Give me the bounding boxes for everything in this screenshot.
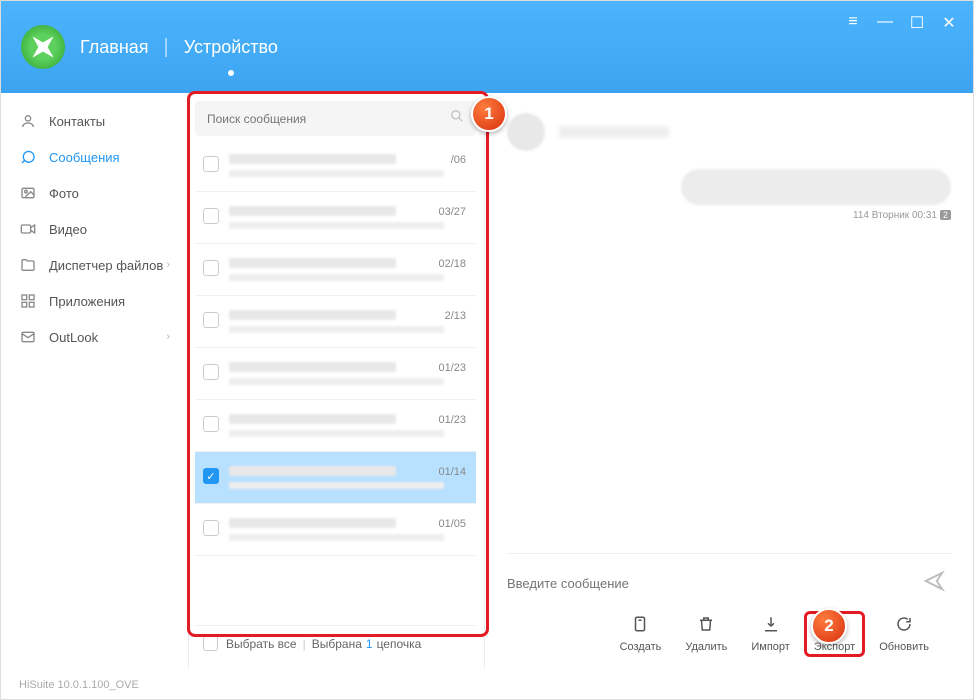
checkbox[interactable]: ✓: [203, 468, 219, 484]
status-bar: HiSuite 10.0.1.100_OVE: [19, 679, 139, 691]
message-date: 01/14: [438, 466, 466, 478]
close-icon[interactable]: ✕: [940, 13, 958, 33]
apps-icon: [19, 292, 37, 310]
window-controls: ≡ — ☐ ✕: [844, 13, 958, 33]
minimize-icon[interactable]: —: [876, 13, 894, 33]
photo-icon: [19, 184, 37, 202]
message-item[interactable]: ✓ 01/14: [195, 452, 476, 504]
checkbox[interactable]: [203, 260, 219, 276]
body: Контакты Сообщения Фото Видео Диспетчер …: [1, 93, 973, 669]
checkbox[interactable]: [203, 156, 219, 172]
sidebar-label: Видео: [49, 222, 87, 237]
checkbox[interactable]: [203, 520, 219, 536]
avatar: [507, 113, 545, 151]
message-date: 01/23: [438, 414, 466, 426]
sidebar-label: OutLook: [49, 330, 98, 345]
message-item[interactable]: 2/13: [195, 296, 476, 348]
video-icon: [19, 220, 37, 238]
send-button[interactable]: [917, 564, 951, 603]
mail-icon: [19, 328, 37, 346]
search-input[interactable]: [207, 112, 450, 126]
message-item[interactable]: /06: [195, 140, 476, 192]
contacts-icon: [19, 112, 37, 130]
message-item[interactable]: 03/27: [195, 192, 476, 244]
select-all-checkbox[interactable]: [203, 636, 218, 651]
select-all-label[interactable]: Выбрать все: [226, 637, 297, 651]
sidebar-item-contacts[interactable]: Контакты: [1, 103, 188, 139]
import-button[interactable]: Импорт: [741, 611, 799, 657]
create-button[interactable]: Создать: [610, 611, 672, 657]
message-item[interactable]: 01/05: [195, 504, 476, 556]
sidebar-label: Фото: [49, 186, 79, 201]
chat-pane: 114 Вторник 00:312 Создать Удалить: [485, 93, 973, 669]
message-date: 02/18: [438, 258, 466, 270]
main-area: /06 03/27 02/18 2/13 01/23 01/23 ✓01/14 …: [189, 93, 973, 669]
chat-contact-name: [559, 126, 669, 138]
message-list: /06 03/27 02/18 2/13 01/23 01/23 ✓01/14 …: [189, 93, 485, 669]
files-icon: [19, 256, 37, 274]
nav-tabs: Главная | Устройство: [80, 33, 278, 62]
search-box[interactable]: [195, 101, 476, 136]
message-bubble: [681, 169, 951, 205]
message-item[interactable]: 01/23: [195, 348, 476, 400]
outgoing-message: 114 Вторник 00:312: [507, 169, 951, 221]
sidebar-item-messages[interactable]: Сообщения: [1, 139, 188, 175]
logo-icon: [29, 33, 57, 61]
sidebar-label: Приложения: [49, 294, 125, 309]
message-date: 01/23: [438, 362, 466, 374]
selected-count: 1: [366, 637, 373, 651]
import-icon: [762, 615, 780, 638]
toolbar: Создать Удалить Импорт Экспорт: [507, 603, 951, 657]
sidebar-label: Контакты: [49, 114, 105, 129]
annotation-callout-1: 1: [471, 96, 507, 132]
sidebar-item-files[interactable]: Диспетчер файлов ›: [1, 247, 188, 283]
delete-button[interactable]: Удалить: [675, 611, 737, 657]
chevron-right-icon: ›: [166, 259, 170, 271]
sidebar-label: Диспетчер файлов: [49, 258, 163, 273]
app-window: Главная | Устройство ≡ — ☐ ✕ Контакты Со…: [0, 0, 974, 700]
app-logo: [21, 25, 65, 69]
menu-icon[interactable]: ≡: [844, 13, 862, 33]
message-date: 2/13: [445, 310, 466, 322]
sidebar-label: Сообщения: [49, 150, 120, 165]
refresh-button[interactable]: Обновить: [869, 611, 939, 657]
chat-bubbles: 114 Вторник 00:312: [507, 169, 951, 553]
select-all-bar: Выбрать все | Выбрана 1 цепочка: [195, 625, 476, 661]
sim-badge: 2: [940, 210, 951, 220]
selected-suffix: цепочка: [377, 637, 422, 651]
message-date: 01/05: [438, 518, 466, 530]
message-date: /06: [451, 154, 466, 166]
search-icon[interactable]: [450, 109, 464, 128]
checkbox[interactable]: [203, 364, 219, 380]
sidebar-item-video[interactable]: Видео: [1, 211, 188, 247]
checkbox[interactable]: [203, 312, 219, 328]
checkbox[interactable]: [203, 416, 219, 432]
message-item[interactable]: 02/18: [195, 244, 476, 296]
message-meta: 114 Вторник 00:312: [853, 210, 951, 221]
message-date: 03/27: [438, 206, 466, 218]
message-item[interactable]: 01/23: [195, 400, 476, 452]
sidebar-item-outlook[interactable]: OutLook ›: [1, 319, 188, 355]
trash-icon: [697, 615, 715, 638]
create-icon: [631, 615, 649, 638]
chat-header: [507, 113, 951, 151]
sidebar: Контакты Сообщения Фото Видео Диспетчер …: [1, 93, 189, 669]
maximize-icon[interactable]: ☐: [908, 13, 926, 33]
header-bar: Главная | Устройство ≡ — ☐ ✕: [1, 1, 973, 93]
sidebar-item-photo[interactable]: Фото: [1, 175, 188, 211]
sidebar-item-apps[interactable]: Приложения: [1, 283, 188, 319]
checkbox[interactable]: [203, 208, 219, 224]
message-list-panel: /06 03/27 02/18 2/13 01/23 01/23 ✓01/14 …: [189, 93, 485, 669]
refresh-icon: [895, 615, 913, 638]
tab-device[interactable]: Устройство: [184, 33, 278, 62]
annotation-callout-2: 2: [811, 608, 847, 644]
tab-home[interactable]: Главная: [80, 33, 149, 62]
nav-divider: |: [164, 36, 169, 59]
compose-input[interactable]: [507, 576, 917, 591]
chevron-right-icon: ›: [166, 331, 170, 343]
compose-row: [507, 553, 951, 603]
selected-prefix: Выбрана: [312, 637, 362, 651]
messages-scroll[interactable]: /06 03/27 02/18 2/13 01/23 01/23 ✓01/14 …: [195, 140, 476, 625]
messages-icon: [19, 148, 37, 166]
